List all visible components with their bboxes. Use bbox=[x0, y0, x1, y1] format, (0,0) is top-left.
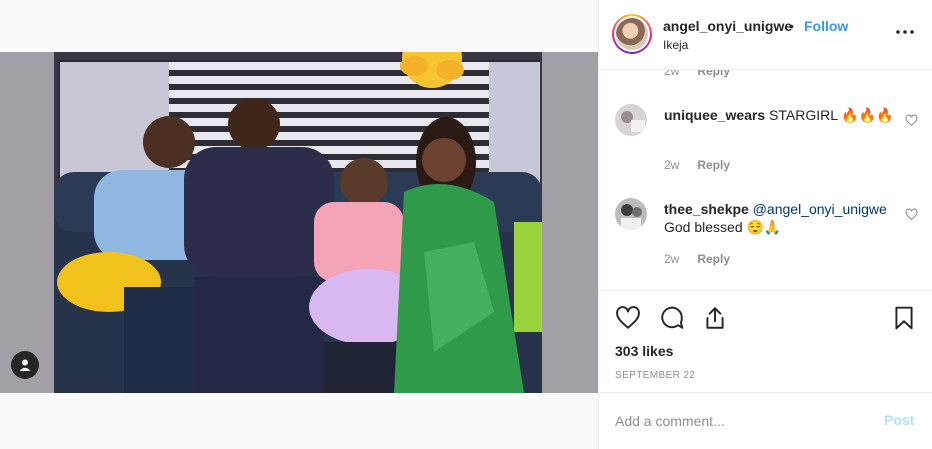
more-options-button[interactable] bbox=[895, 22, 915, 42]
like-comment-button[interactable] bbox=[905, 114, 919, 128]
save-button[interactable] bbox=[891, 305, 917, 331]
post-location[interactable]: Ikeja bbox=[663, 38, 688, 52]
add-comment-bar: Post bbox=[599, 392, 932, 449]
comment-text: thee_shekpe @angel_onyi_unigwe God bless… bbox=[664, 200, 894, 236]
comment-meta: 2w Reply bbox=[664, 252, 730, 266]
commenter-avatar[interactable] bbox=[615, 104, 647, 136]
post-comment-button[interactable]: Post bbox=[884, 412, 914, 428]
author-avatar[interactable] bbox=[612, 14, 652, 54]
reply-button[interactable]: Reply bbox=[697, 158, 730, 172]
post-header: angel_onyi_unigwe • Follow Ikeja bbox=[599, 0, 932, 70]
commenter-avatar[interactable] bbox=[615, 198, 647, 230]
user-tag-icon bbox=[19, 359, 31, 371]
comment-text: uniquee_wears STARGIRL 🔥🔥🔥 bbox=[664, 106, 894, 124]
share-icon bbox=[706, 307, 724, 329]
comment-time: 2w bbox=[664, 70, 680, 78]
user-tag-button[interactable] bbox=[11, 351, 39, 379]
post-photo-image bbox=[54, 52, 542, 393]
media-pane bbox=[0, 0, 598, 449]
commenter-username[interactable]: uniquee_wears bbox=[664, 107, 765, 123]
comment-meta: 2w Reply bbox=[664, 158, 730, 172]
commenter-username[interactable]: thee_shekpe bbox=[664, 201, 749, 217]
comment-button[interactable] bbox=[659, 305, 685, 331]
likes-count[interactable]: 303 likes bbox=[615, 343, 673, 359]
more-options-icon bbox=[896, 30, 914, 34]
heart-outline-icon bbox=[905, 114, 918, 127]
bookmark-icon bbox=[895, 306, 913, 330]
heart-icon bbox=[616, 306, 640, 329]
reply-button[interactable]: Reply bbox=[697, 252, 730, 266]
author-username[interactable]: angel_onyi_unigwe bbox=[663, 18, 792, 34]
header-separator: • bbox=[789, 18, 794, 34]
share-button[interactable] bbox=[702, 305, 728, 331]
heart-outline-icon bbox=[905, 208, 918, 221]
partial-comment-meta: 2w Reply bbox=[664, 70, 730, 78]
reply-button[interactable]: Reply bbox=[697, 70, 730, 78]
comment-time: 2w bbox=[664, 252, 680, 266]
follow-button[interactable]: Follow bbox=[804, 18, 848, 34]
comment-time: 2w bbox=[664, 158, 680, 172]
comment-body: STARGIRL 🔥🔥🔥 bbox=[769, 107, 894, 123]
post-date[interactable]: SEPTEMBER 22 bbox=[615, 370, 695, 381]
comments-list[interactable]: 2w Reply uniquee_wears STARGIRL 🔥🔥🔥 2w Rep… bbox=[599, 70, 932, 290]
comment-icon bbox=[661, 306, 684, 329]
comment-input[interactable] bbox=[615, 409, 865, 433]
like-comment-button[interactable] bbox=[905, 208, 919, 222]
post-sidebar: angel_onyi_unigwe • Follow Ikeja 2w Reply… bbox=[598, 0, 932, 449]
like-button[interactable] bbox=[615, 305, 641, 331]
comment-mention[interactable]: @angel_onyi_unigwe bbox=[753, 201, 887, 217]
post-photo[interactable] bbox=[54, 52, 542, 393]
post-actions: 303 likes SEPTEMBER 22 bbox=[599, 290, 932, 392]
comment-body: God blessed 😌🙏 bbox=[664, 219, 782, 235]
